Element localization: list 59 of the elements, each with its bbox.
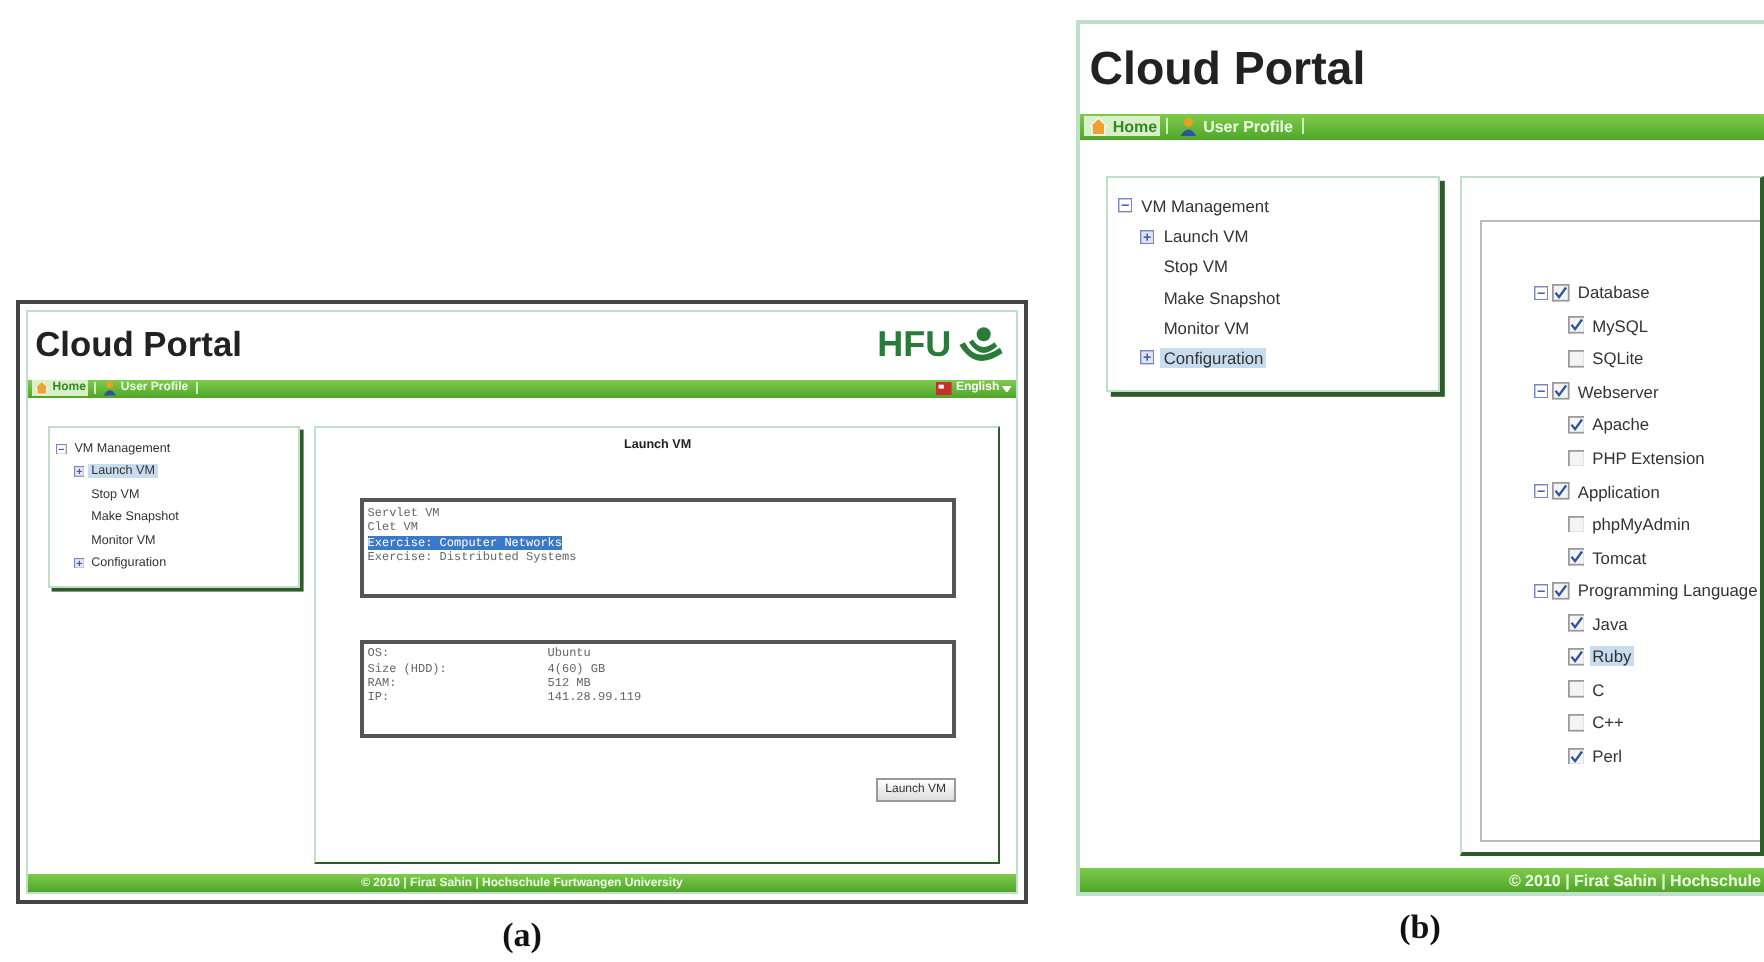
logo-text: HFU xyxy=(877,324,952,367)
footer-text: © 2010 | Firat Sahin | Hochschule xyxy=(1508,871,1761,889)
checkbox[interactable] xyxy=(1567,416,1585,434)
tree-item[interactable]: C++ xyxy=(1589,712,1627,733)
figure-caption: (a) xyxy=(502,916,542,956)
collapse-icon[interactable] xyxy=(1533,285,1549,300)
collapse-icon[interactable] xyxy=(1533,583,1549,598)
tree-item[interactable]: Programming Language xyxy=(1575,580,1760,601)
tree-item[interactable]: C xyxy=(1589,679,1607,700)
home-icon xyxy=(1087,116,1109,137)
collapse-icon[interactable] xyxy=(1533,384,1549,399)
expand-icon[interactable] xyxy=(1139,229,1154,244)
menu-item[interactable]: Stop VM xyxy=(1160,256,1232,277)
menu-item[interactable]: Launch VM xyxy=(1160,226,1252,247)
tree-item[interactable]: Ruby xyxy=(1589,646,1634,667)
tree-item[interactable]: PHP Extension xyxy=(1589,447,1708,468)
checkbox[interactable] xyxy=(1552,482,1571,500)
user-icon xyxy=(102,380,118,397)
checkbox[interactable] xyxy=(1567,449,1585,467)
checkbox[interactable] xyxy=(1552,581,1571,600)
tree-item[interactable]: Application xyxy=(1575,481,1663,502)
checkbox[interactable] xyxy=(1567,548,1585,567)
expand-icon[interactable] xyxy=(1139,350,1154,365)
menu-item[interactable]: Make Snapshot xyxy=(1160,287,1284,308)
menu-item[interactable]: Configuration xyxy=(1160,347,1267,368)
collapse-icon[interactable] xyxy=(1533,483,1549,499)
tree-item[interactable]: Perl xyxy=(1589,745,1625,766)
user-icon xyxy=(1178,116,1200,137)
flag-icon xyxy=(936,382,953,396)
tree-item[interactable]: SQLite xyxy=(1589,348,1646,369)
tree-item[interactable]: phpMyAdmin xyxy=(1589,514,1693,535)
menu-item[interactable]: VM Management xyxy=(1137,195,1273,216)
checkbox[interactable] xyxy=(1567,515,1585,533)
tree-item[interactable]: Apache xyxy=(1589,414,1652,435)
tree-item[interactable]: MySQL xyxy=(1589,315,1651,336)
expand-icon[interactable] xyxy=(73,466,84,478)
tree-item[interactable]: Java xyxy=(1589,613,1631,634)
tree-item[interactable]: Database xyxy=(1575,282,1652,303)
checkbox[interactable] xyxy=(1567,614,1585,633)
checkbox[interactable] xyxy=(1567,316,1585,335)
tree-item[interactable]: Webserver xyxy=(1575,381,1661,402)
checkbox[interactable] xyxy=(1567,713,1585,732)
checkbox[interactable] xyxy=(1552,382,1571,401)
checkbox[interactable] xyxy=(1567,680,1585,699)
menu-item[interactable]: Monitor VM xyxy=(1160,317,1253,338)
portal-title: Cloud Portal xyxy=(35,324,242,367)
checkbox[interactable] xyxy=(1567,747,1585,765)
caret-icon[interactable] xyxy=(1002,385,1013,393)
checkbox[interactable] xyxy=(1567,647,1585,666)
figure-caption: (b) xyxy=(1399,908,1441,948)
expand-icon[interactable] xyxy=(73,557,84,569)
nav-link[interactable]: Home xyxy=(1084,116,1161,137)
checkbox[interactable] xyxy=(1567,349,1585,368)
checkbox[interactable] xyxy=(1552,283,1571,302)
portal-title: Cloud Portal xyxy=(1089,41,1366,96)
collapse-icon[interactable] xyxy=(56,443,68,455)
tree-item[interactable]: Tomcat xyxy=(1589,547,1649,568)
home-icon xyxy=(33,380,50,397)
collapse-icon[interactable] xyxy=(1117,198,1132,214)
